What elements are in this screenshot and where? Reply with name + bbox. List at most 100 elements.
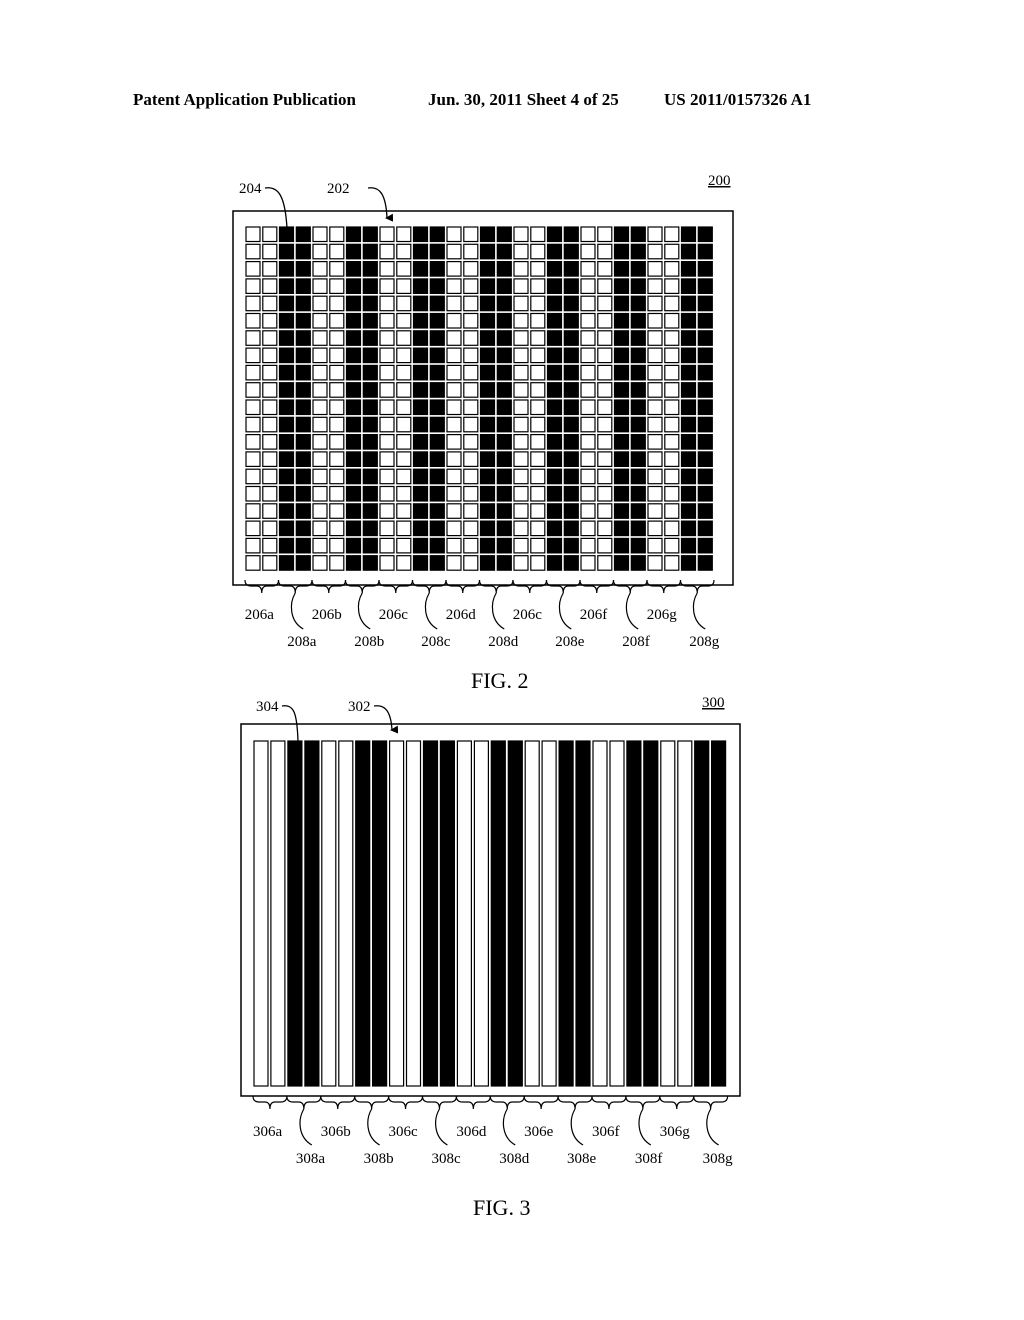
white-pixel xyxy=(329,503,345,519)
white-pixel xyxy=(463,537,479,554)
white-pixel xyxy=(262,485,278,502)
white-pixel xyxy=(580,364,596,381)
black-pixel xyxy=(680,347,697,364)
white-pixel xyxy=(597,364,613,381)
black-pixel xyxy=(362,364,378,381)
black-pixel xyxy=(479,416,496,433)
white-pixel xyxy=(396,416,412,433)
black-pixel xyxy=(563,278,579,294)
fig3-brace xyxy=(523,1095,559,1110)
black-pixel xyxy=(563,399,579,416)
white-pixel xyxy=(580,485,596,502)
black-pixel xyxy=(630,295,646,312)
black-pixel xyxy=(412,451,429,467)
black-pixel xyxy=(613,312,630,329)
black-pixel xyxy=(496,434,512,450)
white-pixel xyxy=(329,555,345,571)
fig2-label-white-group: 206g xyxy=(647,607,678,623)
white-pixel xyxy=(329,312,345,329)
fig3-brace xyxy=(455,1095,491,1110)
black-pixel xyxy=(563,312,579,329)
white-pixel xyxy=(664,399,680,416)
fig3-hook xyxy=(502,1108,516,1146)
black-pixel xyxy=(429,295,445,312)
black-pixel xyxy=(278,537,295,554)
white-pixel xyxy=(597,243,613,260)
white-pixel xyxy=(245,243,261,260)
black-pixel xyxy=(613,555,630,571)
white-pixel xyxy=(329,278,345,294)
white-pixel xyxy=(463,485,479,502)
white-pixel xyxy=(664,451,680,467)
white-pixel xyxy=(396,520,412,537)
black-pixel xyxy=(496,226,512,243)
white-pixel xyxy=(647,347,663,364)
fig2-brace xyxy=(244,579,280,594)
white-pixel xyxy=(262,243,278,260)
black-pixel xyxy=(412,295,429,312)
white-pixel xyxy=(463,520,479,537)
black-pixel xyxy=(496,416,512,433)
black-pixel xyxy=(546,468,563,485)
black-pixel xyxy=(362,520,378,537)
fig2-brace xyxy=(411,579,447,594)
white-pixel xyxy=(245,330,261,346)
black-pixel xyxy=(630,520,646,537)
black-pixel xyxy=(630,330,646,346)
white-pixel xyxy=(580,520,596,537)
black-pixel xyxy=(479,399,496,416)
black-bar xyxy=(304,740,320,1087)
black-pixel xyxy=(630,537,646,554)
white-pixel xyxy=(664,416,680,433)
black-pixel xyxy=(345,555,362,571)
fig2-arrow-202 xyxy=(367,187,394,222)
black-pixel xyxy=(479,295,496,312)
black-pixel xyxy=(429,434,445,450)
white-pixel xyxy=(396,364,412,381)
white-pixel xyxy=(312,278,328,294)
white-pixel xyxy=(513,243,529,260)
black-pixel xyxy=(546,278,563,294)
fig2-brace xyxy=(512,579,548,594)
white-pixel xyxy=(513,537,529,554)
white-pixel xyxy=(580,347,596,364)
white-pixel xyxy=(379,382,395,398)
black-pixel xyxy=(546,364,563,381)
black-pixel xyxy=(697,226,713,243)
white-pixel xyxy=(396,451,412,467)
black-pixel xyxy=(362,295,378,312)
black-pixel xyxy=(563,434,579,450)
fig3-hook xyxy=(570,1108,584,1146)
fig2-label-white-group: 206c xyxy=(379,607,409,623)
white-pixel xyxy=(463,295,479,312)
white-pixel xyxy=(312,382,328,398)
black-pixel xyxy=(362,278,378,294)
fig2-hook xyxy=(491,592,505,630)
fig2-label-black-group: 208g xyxy=(689,634,720,650)
black-pixel xyxy=(496,555,512,571)
black-pixel xyxy=(697,520,713,537)
fig3-brace xyxy=(489,1095,525,1110)
white-pixel xyxy=(262,347,278,364)
white-pixel xyxy=(580,312,596,329)
white-pixel xyxy=(647,451,663,467)
white-pixel xyxy=(530,555,546,571)
fig3-brace xyxy=(625,1095,661,1110)
black-pixel xyxy=(496,347,512,364)
white-pixel xyxy=(312,347,328,364)
white-pixel xyxy=(530,399,546,416)
black-pixel xyxy=(697,503,713,519)
white-pixel xyxy=(597,520,613,537)
fig2-label-black-group: 208e xyxy=(555,634,585,650)
black-pixel xyxy=(546,312,563,329)
black-pixel xyxy=(479,347,496,364)
black-pixel xyxy=(613,243,630,260)
black-pixel xyxy=(345,468,362,485)
white-pixel xyxy=(597,451,613,467)
black-pixel xyxy=(630,468,646,485)
white-pixel xyxy=(446,382,462,398)
fig3-label-white-group: 306e xyxy=(524,1124,554,1140)
white-pixel xyxy=(664,503,680,519)
fig3-ref-number: 300 xyxy=(702,695,725,711)
black-pixel xyxy=(630,261,646,277)
